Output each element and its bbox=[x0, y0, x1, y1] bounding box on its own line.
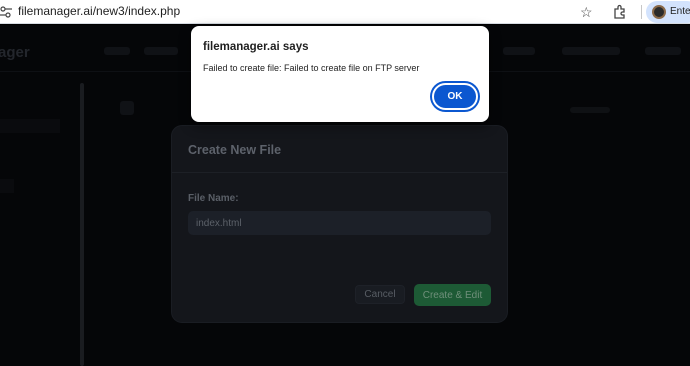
sidebar-item-placeholder bbox=[0, 179, 14, 193]
toolbar-icon-placeholder bbox=[120, 101, 134, 115]
modal-divider bbox=[172, 172, 507, 173]
extensions-icon[interactable] bbox=[612, 4, 628, 20]
nav-item-placeholder bbox=[645, 47, 681, 55]
cancel-button[interactable]: Cancel bbox=[355, 285, 405, 304]
nav-item-placeholder bbox=[562, 47, 620, 55]
browser-alert-dialog: filemanager.ai says Failed to create fil… bbox=[191, 26, 489, 122]
toolbar-separator bbox=[641, 5, 642, 19]
toolbar-item-placeholder bbox=[570, 107, 610, 113]
app-brand: ager bbox=[0, 44, 30, 61]
address-bar-url[interactable]: filemanager.ai/new3/index.php bbox=[18, 4, 180, 18]
ok-button[interactable]: OK bbox=[432, 83, 478, 110]
bookmark-star-icon[interactable]: ☆ bbox=[580, 3, 593, 21]
nav-item-placeholder bbox=[144, 47, 178, 55]
file-name-input[interactable] bbox=[188, 211, 491, 235]
profile-button[interactable]: Enter bbox=[646, 1, 690, 23]
browser-toolbar: filemanager.ai/new3/index.php ☆ Enter bbox=[0, 0, 690, 24]
modal-title: Create New File bbox=[188, 143, 282, 157]
site-settings-icon[interactable] bbox=[0, 4, 12, 20]
avatar bbox=[652, 5, 666, 19]
profile-label: Enter bbox=[670, 6, 690, 17]
create-and-edit-button[interactable]: Create & Edit bbox=[414, 284, 491, 306]
alert-message: Failed to create file: Failed to create … bbox=[203, 63, 420, 73]
nav-item-placeholder bbox=[503, 47, 535, 55]
nav-item-placeholder bbox=[104, 47, 130, 55]
sidebar-item-placeholder bbox=[0, 119, 60, 133]
create-file-modal: Create New File File Name: Cancel Create… bbox=[172, 126, 507, 322]
alert-title: filemanager.ai says bbox=[203, 41, 309, 53]
file-name-label: File Name: bbox=[188, 193, 239, 204]
sidebar-scrollbar[interactable] bbox=[80, 83, 84, 366]
